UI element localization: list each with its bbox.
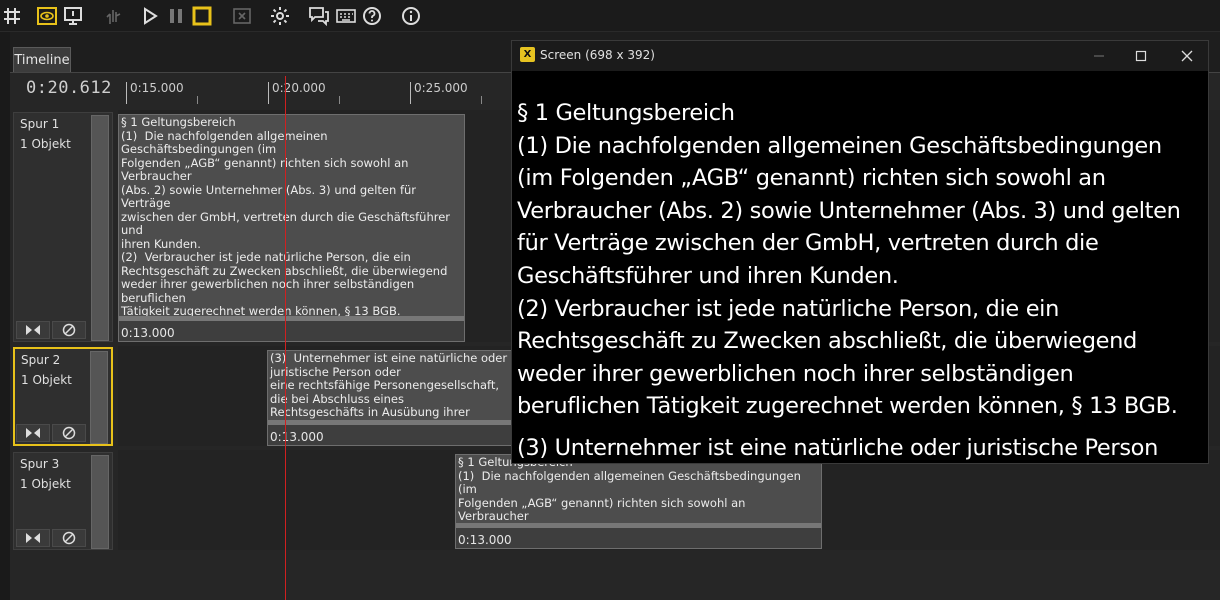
maximize-button[interactable] [1126,44,1156,68]
ruler-label: 0:15.000 [130,81,184,95]
app-icon: X [520,47,535,62]
track-name: Spur 1 [20,117,60,131]
play-icon[interactable] [138,4,162,28]
close-icon [1181,50,1193,62]
window-title: Screen (698 x 392) [540,48,655,62]
track-name: Spur 3 [20,457,60,471]
help-icon[interactable] [360,4,384,28]
pause-icon[interactable] [164,4,188,28]
disable-icon [62,426,76,440]
screen-icon[interactable] [61,4,85,28]
grid-icon[interactable] [0,4,24,28]
split-button[interactable] [16,321,50,339]
track-object-count: 1 Objekt [20,477,71,491]
chat-icon[interactable] [307,4,331,28]
bowtie-icon [26,325,40,335]
clip-track-2[interactable]: (3) Unternehmer ist eine natürliche oder… [267,350,517,446]
disable-icon [62,531,76,545]
side-strip [0,32,10,600]
keyboard-icon[interactable] [334,4,358,28]
track-name: Spur 2 [21,353,61,367]
minimize-button[interactable] [1084,44,1114,68]
preview-text: § 1 Geltungsbereich (1) Die nachfolgende… [517,100,1181,420]
ruler-tick [268,82,269,104]
close-box-icon[interactable] [230,4,254,28]
screen-preview: § 1 Geltungsbereich (1) Die nachfolgende… [517,97,1205,461]
ruler-label: 0:20.000 [272,81,326,95]
bowtie-icon [26,428,40,438]
track-header-1[interactable]: Spur 1 1 Objekt [13,112,113,342]
stop-icon[interactable] [190,4,214,28]
track-volume-bar[interactable] [91,455,109,549]
clip-duration: 0:13.000 [270,430,324,444]
window-titlebar[interactable]: X Screen (698 x 392) [512,41,1208,71]
hand-icon[interactable] [101,4,125,28]
ruler-minor-tick [481,96,482,104]
tab-timeline[interactable]: Timeline [13,47,71,72]
preview-text-next: (3) Unternehmer ist eine natürliche oder… [517,434,1159,461]
clip-duration: 0:13.000 [458,533,512,547]
ruler-tick [410,82,411,104]
clip-duration: 0:13.000 [121,326,175,340]
toolbar [0,0,1220,32]
ruler-tick [126,82,127,104]
playhead[interactable] [285,76,286,600]
maximize-icon [1135,50,1147,62]
info-icon[interactable] [399,4,423,28]
gear-icon[interactable] [268,4,292,28]
disable-button[interactable] [52,321,86,339]
track-header-3[interactable]: Spur 3 1 Objekt [13,452,113,550]
minimize-icon [1094,55,1104,57]
track-volume-bar[interactable] [90,351,108,444]
ruler-minor-tick [197,96,198,104]
disable-icon [62,323,76,337]
track-volume-bar[interactable] [91,115,109,341]
ruler-label: 0:25.000 [414,81,468,95]
bowtie-icon [26,533,40,543]
clip-trim-bar[interactable] [268,420,516,425]
track-object-count: 1 Objekt [20,137,71,151]
screen-window: X Screen (698 x 392) § 1 Geltungsbereich… [511,40,1209,464]
track-object-count: 1 Objekt [21,373,72,387]
clip-track-1[interactable]: § 1 Geltungsbereich (1) Die nachfolgende… [118,114,465,342]
track-header-2[interactable]: Spur 2 1 Objekt [13,347,113,446]
clip-text: § 1 Geltungsbereich (1) Die nachfolgende… [121,115,451,318]
clip-trim-bar[interactable] [119,316,464,321]
disable-button[interactable] [52,529,86,547]
clip-track-3[interactable]: § 1 Geltungsbereich (1) Die nachfolgende… [455,454,822,549]
close-button[interactable] [1172,44,1202,68]
disable-button[interactable] [52,424,86,442]
split-button[interactable] [16,529,50,547]
timecode-display: 0:20.612 [26,78,112,98]
eye-icon[interactable] [35,4,59,28]
split-button[interactable] [16,424,50,442]
clip-trim-bar[interactable] [456,523,821,528]
ruler-minor-tick [339,96,340,104]
